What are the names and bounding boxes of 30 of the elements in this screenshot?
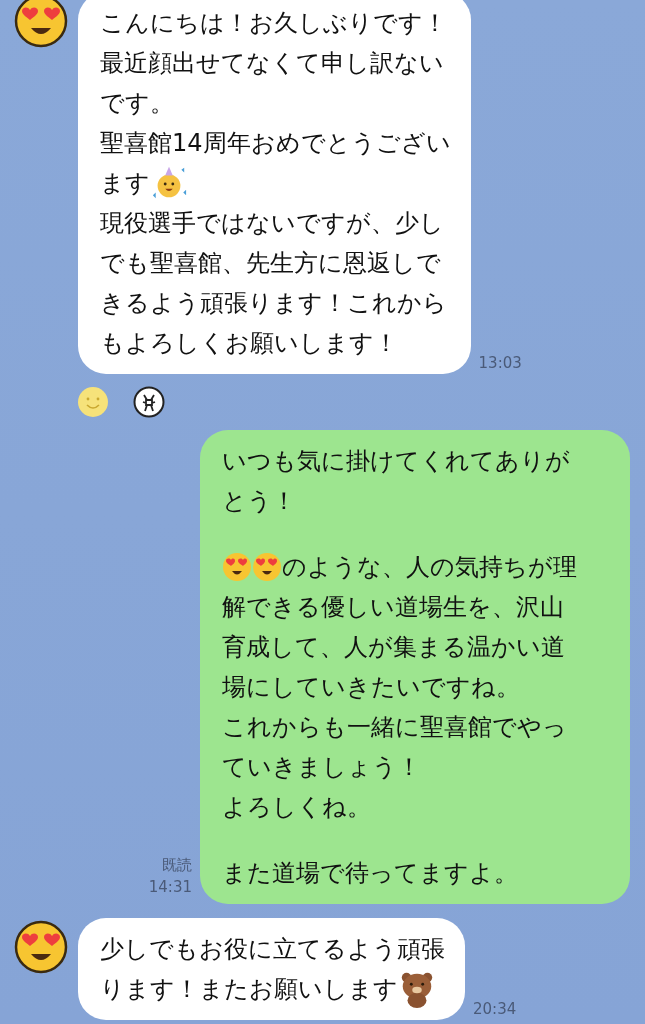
read-receipt: 既読	[162, 855, 192, 876]
message-text: とう！	[222, 486, 296, 517]
message-text: きるよう頑張ります！これから	[100, 288, 447, 319]
message-text: ていきましょう！	[222, 752, 421, 783]
message-text: いつも気に掛けてくれてありが	[222, 446, 570, 477]
message-text: こんにちは！お久しぶりです！	[100, 8, 447, 39]
message-text: 聖喜館14周年おめでとうござい	[100, 128, 451, 159]
avatar-icon[interactable]	[14, 920, 68, 974]
figure-sticker-icon[interactable]	[133, 386, 165, 418]
message-time: 20:34	[473, 999, 517, 1020]
message-text: ります！またお願いします	[100, 974, 398, 1005]
message-text: でも聖喜館、先生方に恩返しで	[100, 248, 441, 279]
message-text: 少しでもお役に立てるよう頑張	[100, 934, 445, 965]
message-text: ます	[100, 168, 150, 199]
message-text: です。	[100, 88, 174, 119]
message-text: よろしくね。	[222, 792, 371, 823]
message-time: 14:31	[148, 877, 192, 898]
message-text: これからも一緒に聖喜館でやっ	[222, 712, 567, 743]
message-text: 解できる優しい道場生を、沢山	[222, 592, 564, 623]
message-text: また道場で待ってますよ。	[222, 858, 518, 889]
message-text: 最近顔出せてなくて申し訳ない	[100, 48, 444, 79]
message-text: 現役選手ではないですが、少し	[100, 208, 444, 239]
message-text: 育成して、人が集まる温かい道	[222, 632, 565, 663]
avatar-icon[interactable]	[14, 0, 68, 48]
message-time: 13:03	[478, 353, 522, 374]
message-text: もよろしくお願いします！	[100, 328, 398, 359]
message-text: 場にしていきたいですね。	[222, 672, 520, 703]
heart-eyes-emoji-icon	[252, 552, 282, 582]
message-text: のような、人の気持ちが理	[282, 552, 577, 583]
heart-eyes-emoji-icon	[222, 552, 252, 582]
